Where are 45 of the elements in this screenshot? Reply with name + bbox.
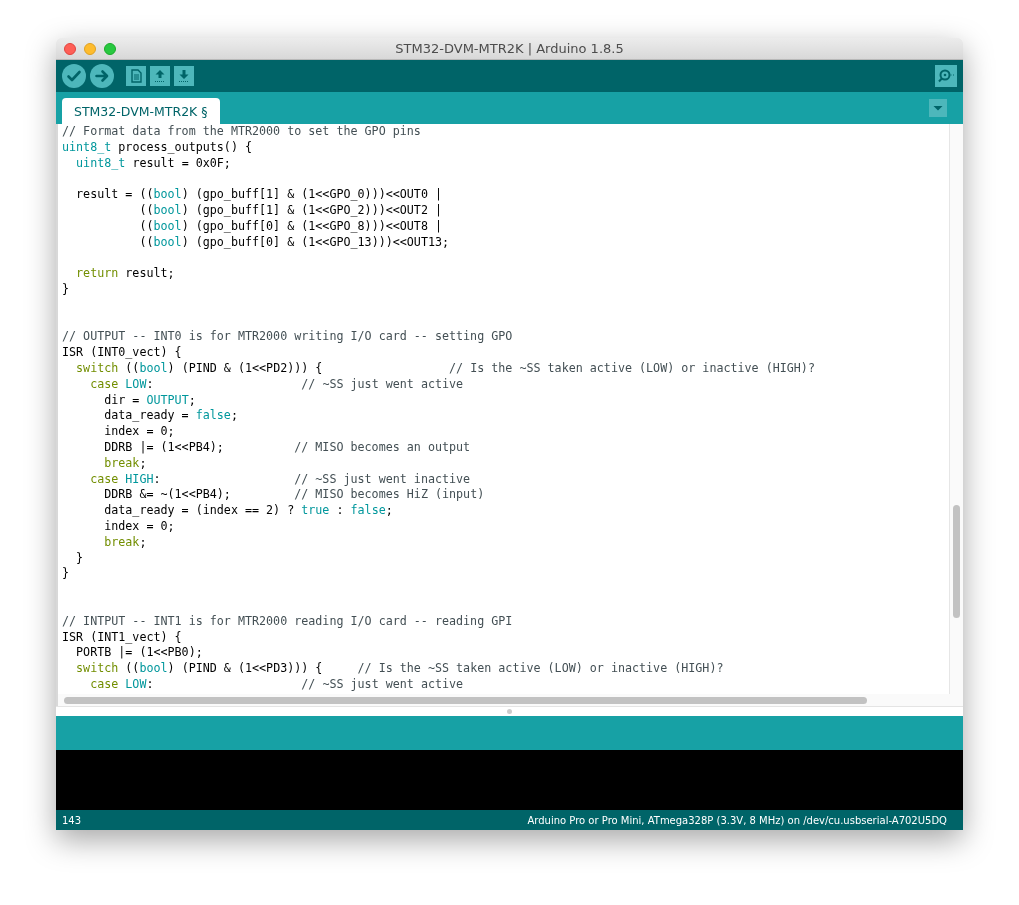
code-line: DDRB &= ~(1<<PB4); // MISO becomes HiZ (input): [103, 487, 486, 504]
close-button[interactable]: [64, 42, 76, 55]
code-line: data_ready = false;: [103, 408, 239, 425]
zoom-button[interactable]: [104, 42, 116, 55]
code-line: uint8_t result = 0x0F;: [75, 155, 232, 172]
code-line: case HIGH: // ~SS just went inactive: [89, 471, 472, 488]
code-line: break;: [103, 534, 148, 551]
board-info: Arduino Pro or Pro Mini, ATmega328P (3.3V, 8 MHz) on /dev/cu.usbserial-A702U5DQ: [527, 814, 947, 826]
code-line: ISR (INT1_vect) {: [62, 629, 183, 646]
vertical-scrollbar[interactable]: [949, 124, 963, 694]
dropdown-icon[interactable]: [929, 99, 947, 117]
window-title: STM32-DVM-MTR2K | Arduino 1.8.5: [395, 41, 624, 56]
code-editor[interactable]: [56, 124, 963, 694]
code-line: break;: [103, 455, 148, 472]
magnifier-icon[interactable]: [935, 65, 957, 87]
code-line: case LOW: // ~SS just went active: [89, 376, 465, 393]
code-line: ((bool) (gpo_buff[0] & (1<<GPO_13)))<<OUT13;: [138, 234, 451, 251]
code-line: case LOW: // ~SS just went active: [89, 676, 465, 693]
code-line: }: [75, 550, 85, 567]
checkmark-icon[interactable]: [62, 64, 86, 88]
minimize-button[interactable]: [84, 42, 96, 55]
code-line: uint8_t process_outputs() {: [62, 139, 253, 156]
code-line: }: [62, 566, 71, 583]
code-line: ISR (INT0_vect) {: [62, 345, 183, 361]
code-line: ((bool) (gpo_buff[1] & (1<<GPO_2)))<<OUT2 |: [138, 203, 443, 219]
code-line: switch ((bool) (PIND & (1<<PD2))) { // Is the ~SS taken active (LOW) or inactive (HIGH)?: [75, 360, 816, 377]
document-icon[interactable]: [126, 66, 146, 86]
code-line: data_ready = (index == 2) ? true : false;: [103, 503, 394, 519]
splitter-handle[interactable]: [507, 709, 512, 714]
file-tab[interactable]: STM32-DVM-MTR2K §: [62, 98, 220, 124]
code-line: index = 0;: [103, 424, 176, 440]
code-line: dir = OUTPUT;: [103, 392, 197, 409]
code-line: ((bool) (gpo_buff[0] & (1<<GPO_8)))<<OUT8 |: [138, 218, 443, 235]
code-line: }: [62, 281, 71, 298]
code-line: // INTPUT -- INT1 is for MTR2000 reading I/O card -- reading GPI: [62, 613, 514, 630]
code-line: index = 0;: [103, 518, 176, 535]
code-line: PORTB |= (1<<PB0);: [75, 645, 204, 662]
line-number: 143: [62, 814, 82, 826]
code-line: result = ((bool) (gpo_buff[1] & (1<<GPO_0)))<<OUT0 |: [75, 187, 443, 203]
code-line: return result;: [75, 266, 176, 282]
code-line: // OUTPUT -- INT0 is for MTR2000 writing I/O card -- setting GPO: [62, 329, 514, 346]
code-line: DDRB |= (1<<PB4); // MISO becomes an output: [103, 439, 472, 456]
code-line: // Format data from the MTR2000 to set the GPO pins: [62, 124, 422, 140]
horizontal-scrollbar[interactable]: [64, 697, 867, 704]
code-line: switch ((bool) (PIND & (1<<PD3))) { // Is the ~SS taken active (LOW) or inactive (HIGH)?: [75, 661, 725, 677]
